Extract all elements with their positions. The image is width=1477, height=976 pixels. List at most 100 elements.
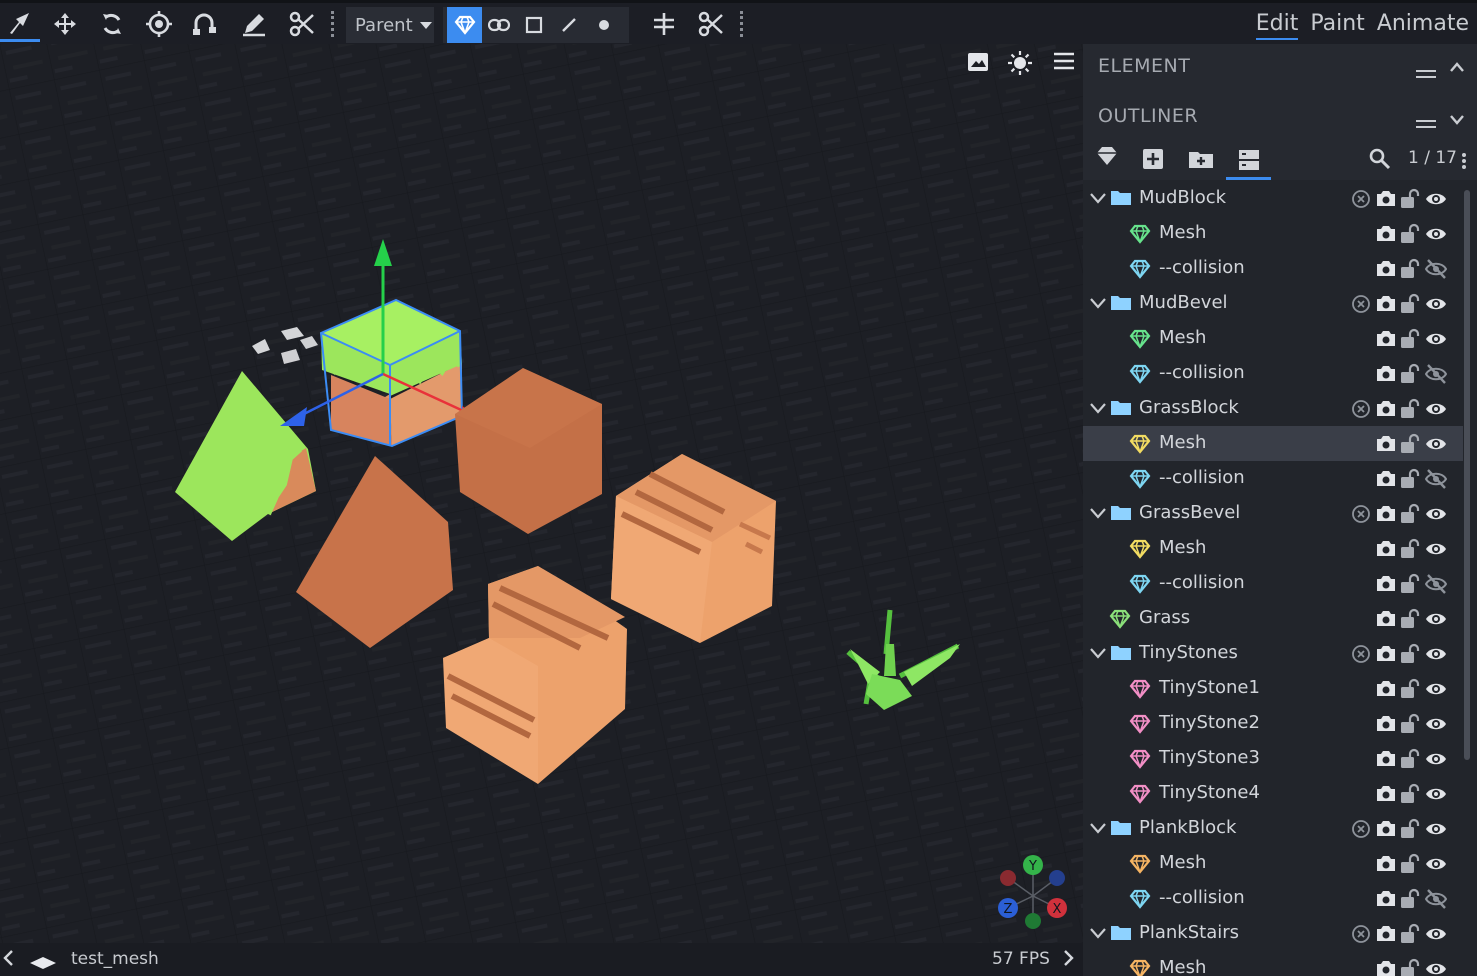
chevron-right-icon[interactable] xyxy=(1061,949,1075,972)
eye-icon[interactable] xyxy=(1425,293,1447,315)
eye-icon[interactable] xyxy=(1425,958,1447,976)
chevron-down-icon[interactable] xyxy=(1449,110,1465,129)
outliner-mesh-row[interactable]: --collision xyxy=(1083,881,1463,916)
chevron-up-icon[interactable] xyxy=(1449,58,1465,77)
eye-icon[interactable] xyxy=(1425,783,1447,805)
eye-icon[interactable] xyxy=(1425,398,1447,420)
eye-off-icon[interactable] xyxy=(1425,468,1447,490)
outliner-mesh-row[interactable]: --collision xyxy=(1083,251,1463,286)
lock-open-icon[interactable] xyxy=(1398,398,1420,420)
eye-icon[interactable] xyxy=(1425,538,1447,560)
camera-icon[interactable] xyxy=(1375,713,1397,735)
lock-open-icon[interactable] xyxy=(1398,293,1420,315)
camera-icon[interactable] xyxy=(1375,573,1397,595)
camera-icon[interactable] xyxy=(1375,503,1397,525)
export-toggle-icon[interactable] xyxy=(1351,503,1371,525)
toolbar-overflow-handle[interactable] xyxy=(331,11,334,37)
mirror-modeling-button[interactable] xyxy=(645,6,683,42)
seam-tool-button[interactable] xyxy=(283,6,321,42)
add-group-button[interactable] xyxy=(1188,149,1214,173)
chevron-down-icon[interactable] xyxy=(1089,190,1107,210)
export-toggle-icon[interactable] xyxy=(1351,188,1371,210)
export-toggle-icon[interactable] xyxy=(1351,398,1371,420)
mode-paint[interactable]: Paint xyxy=(1310,11,1364,40)
camera-icon[interactable] xyxy=(1375,363,1397,385)
rotate-tool-button[interactable] xyxy=(93,6,131,42)
outliner-mesh-row[interactable]: --collision xyxy=(1083,461,1463,496)
outliner-mesh-row[interactable]: TinyStone1 xyxy=(1083,671,1463,706)
eye-icon[interactable] xyxy=(1425,223,1447,245)
camera-icon[interactable] xyxy=(1375,223,1397,245)
eye-icon[interactable] xyxy=(1425,818,1447,840)
lock-open-icon[interactable] xyxy=(1398,468,1420,490)
eye-icon[interactable] xyxy=(1425,678,1447,700)
lock-open-icon[interactable] xyxy=(1398,363,1420,385)
outliner-group-row[interactable]: MudBlock xyxy=(1083,181,1463,216)
outliner-mesh-row[interactable]: Mesh xyxy=(1083,846,1463,881)
outliner-panel-title[interactable]: OUTLINER xyxy=(1098,105,1198,127)
lock-open-icon[interactable] xyxy=(1398,538,1420,560)
edge-select-mode-button[interactable] xyxy=(553,7,585,43)
object-select-mode-button[interactable] xyxy=(447,7,482,43)
search-button[interactable] xyxy=(1369,148,1391,174)
outliner-mesh-row[interactable]: Mesh xyxy=(1083,321,1463,356)
outliner-group-row[interactable]: MudBevel xyxy=(1083,286,1463,321)
camera-icon[interactable] xyxy=(1375,923,1397,945)
outliner-view-toggle[interactable] xyxy=(1226,140,1271,180)
3d-viewport[interactable]: Y Z X xyxy=(0,44,1083,943)
cluster-select-mode-button[interactable] xyxy=(483,7,515,43)
export-toggle-icon[interactable] xyxy=(1351,923,1371,945)
export-toggle-icon[interactable] xyxy=(1351,818,1371,840)
eye-icon[interactable] xyxy=(1425,433,1447,455)
outliner-group-row[interactable]: TinyStones xyxy=(1083,636,1463,671)
eye-icon[interactable] xyxy=(1425,328,1447,350)
outliner-mesh-row[interactable]: TinyStone3 xyxy=(1083,741,1463,776)
outliner-mesh-row[interactable]: TinyStone4 xyxy=(1083,776,1463,811)
outliner-mesh-row[interactable]: Mesh xyxy=(1083,216,1463,251)
cut-tool-button[interactable] xyxy=(692,6,730,42)
lock-open-icon[interactable] xyxy=(1398,328,1420,350)
eye-off-icon[interactable] xyxy=(1425,363,1447,385)
lock-open-icon[interactable] xyxy=(1398,188,1420,210)
outliner-group-row[interactable]: PlankBlock xyxy=(1083,811,1463,846)
chevron-down-icon[interactable] xyxy=(1089,645,1107,665)
lighting-toggle-button[interactable] xyxy=(1007,50,1033,80)
camera-icon[interactable] xyxy=(1375,643,1397,665)
lock-open-icon[interactable] xyxy=(1398,433,1420,455)
eye-icon[interactable] xyxy=(1425,608,1447,630)
lock-open-icon[interactable] xyxy=(1398,573,1420,595)
eye-icon[interactable] xyxy=(1425,643,1447,665)
eye-off-icon[interactable] xyxy=(1425,888,1447,910)
camera-icon[interactable] xyxy=(1375,188,1397,210)
eye-off-icon[interactable] xyxy=(1425,258,1447,280)
lock-open-icon[interactable] xyxy=(1398,958,1420,976)
camera-icon[interactable] xyxy=(1375,398,1397,420)
camera-icon[interactable] xyxy=(1375,818,1397,840)
chevron-down-icon[interactable] xyxy=(1089,400,1107,420)
eye-icon[interactable] xyxy=(1425,923,1447,945)
lock-open-icon[interactable] xyxy=(1398,853,1420,875)
outliner-mesh-row[interactable]: --collision xyxy=(1083,356,1463,391)
export-toggle-icon[interactable] xyxy=(1351,293,1371,315)
eye-off-icon[interactable] xyxy=(1425,573,1447,595)
add-cube-button[interactable] xyxy=(1142,148,1164,174)
pivot-tool-button[interactable] xyxy=(140,6,178,42)
lock-open-icon[interactable] xyxy=(1398,888,1420,910)
camera-icon[interactable] xyxy=(1375,538,1397,560)
eye-icon[interactable] xyxy=(1425,503,1447,525)
panel-drag-handle[interactable] xyxy=(1416,114,1436,133)
export-toggle-icon[interactable] xyxy=(1351,643,1371,665)
scene-canvas[interactable]: Y Z X xyxy=(0,44,1083,943)
camera-icon[interactable] xyxy=(1375,608,1397,630)
chevron-left-icon[interactable] xyxy=(2,949,16,972)
eye-icon[interactable] xyxy=(1425,188,1447,210)
chevron-down-icon[interactable] xyxy=(1089,820,1107,840)
outliner-tree[interactable]: MudBlock Mesh --collision MudBevel Mesh --col… xyxy=(1083,180,1477,976)
lock-open-icon[interactable] xyxy=(1398,923,1420,945)
move-tool-button[interactable] xyxy=(46,6,84,42)
vertex-select-mode-button[interactable] xyxy=(588,7,620,43)
screenshot-button[interactable] xyxy=(966,50,990,78)
camera-icon[interactable] xyxy=(1375,888,1397,910)
camera-icon[interactable] xyxy=(1375,783,1397,805)
viewport-menu-button[interactable] xyxy=(1052,50,1076,76)
